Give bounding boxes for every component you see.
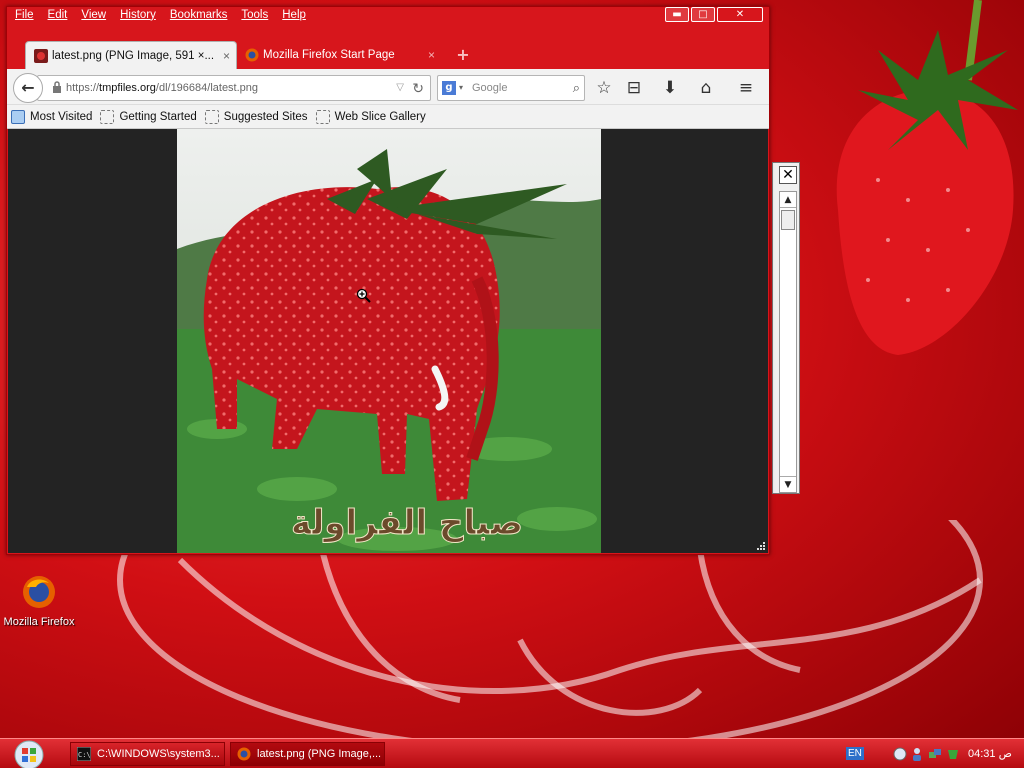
taskbar-firefox-window[interactable]: latest.png (PNG Image,... xyxy=(230,742,385,766)
bookmark-label: Most Visited xyxy=(30,110,93,123)
tray-user-icon[interactable] xyxy=(910,747,924,761)
tray-network-icon[interactable] xyxy=(928,747,942,761)
taskbar-cmd-window[interactable]: C:\ C:\WINDOWS\system3... xyxy=(70,742,225,766)
tray-help-icon[interactable] xyxy=(893,747,907,761)
url-dropdown-icon[interactable]: ▽ xyxy=(396,76,404,100)
strawberry-elephant-image[interactable]: صباح الفراولة xyxy=(177,129,601,553)
back-button[interactable]: ← xyxy=(13,73,43,103)
console-icon: C:\ xyxy=(77,747,91,761)
zoom-in-cursor-icon xyxy=(356,288,371,303)
home-icon[interactable]: ⌂ xyxy=(695,77,717,99)
new-tab-button[interactable]: + xyxy=(453,45,473,65)
scroll-down-arrow-icon[interactable]: ▼ xyxy=(780,476,796,492)
bookmark-most-visited[interactable]: Most Visited xyxy=(11,109,93,124)
tab-latest-png[interactable]: latest.png (PNG Image, 591 ×... × xyxy=(25,41,237,69)
background-window-close-button[interactable]: ✕ xyxy=(779,166,797,184)
menu-bookmarks[interactable]: Bookmarks xyxy=(170,7,228,25)
google-engine-icon[interactable]: g xyxy=(442,81,456,95)
image-viewer-content: صباح الفراولة xyxy=(8,129,768,553)
menu-view[interactable]: View xyxy=(81,7,106,25)
engine-dropdown-icon[interactable]: ▾ xyxy=(459,76,463,100)
menu-hamburger-icon[interactable]: ≡ xyxy=(735,77,757,99)
bookmark-suggested-sites[interactable]: Suggested Sites xyxy=(204,109,308,124)
tab-label: Mozilla Firefox Start Page xyxy=(263,49,395,61)
task-label: C:\WINDOWS\system3... xyxy=(97,748,220,760)
bookmarks-toolbar: Most Visited Getting Started Suggested S… xyxy=(7,105,769,129)
navigation-bar: https://tmpfiles.org/dl/196684/latest.pn… xyxy=(7,69,769,105)
menu-file[interactable]: File xyxy=(15,7,34,25)
desktop-wallpaper-strawberry xyxy=(836,0,1018,355)
url-bar[interactable]: https://tmpfiles.org/dl/196684/latest.pn… xyxy=(37,75,431,101)
most-visited-icon xyxy=(11,109,25,124)
firefox-favicon-icon xyxy=(245,48,259,62)
background-window-scrollbar[interactable]: ▲ ▼ xyxy=(779,191,797,493)
tab-close-icon[interactable]: × xyxy=(428,41,435,69)
tray-security-icon[interactable] xyxy=(946,747,960,761)
search-placeholder: Google xyxy=(472,82,508,94)
desktop-icon-label: Mozilla Firefox xyxy=(3,616,75,628)
image-favicon-icon xyxy=(34,49,48,63)
minimize-button[interactable]: ▬ xyxy=(665,7,689,22)
scroll-thumb[interactable] xyxy=(781,210,795,230)
resize-grip-icon[interactable] xyxy=(756,541,766,551)
lock-icon xyxy=(53,81,61,93)
url-host: tmpfiles.org xyxy=(99,82,156,94)
bookmark-getting-started[interactable]: Getting Started xyxy=(100,109,197,124)
tab-label: latest.png (PNG Image, 591 ×... xyxy=(52,50,215,62)
menu-help[interactable]: Help xyxy=(282,7,306,25)
firefox-icon xyxy=(237,747,251,761)
bookmark-star-icon[interactable]: ☆ xyxy=(593,77,615,99)
firefox-icon xyxy=(23,576,55,608)
search-input[interactable]: g ▾ Google ⌕ xyxy=(437,75,585,101)
desktop-firefox-shortcut[interactable]: Mozilla Firefox xyxy=(2,575,76,628)
menu-tools[interactable]: Tools xyxy=(241,7,268,25)
language-indicator[interactable]: EN xyxy=(846,747,864,760)
url-path: /dl/196684/latest.png xyxy=(155,82,259,94)
bookmark-web-slice-gallery[interactable]: Web Slice Gallery xyxy=(315,109,426,124)
bookmark-label: Getting Started xyxy=(119,110,197,123)
search-icon[interactable]: ⌕ xyxy=(573,76,580,100)
url-prefix: https:// xyxy=(66,82,100,94)
reading-list-icon[interactable]: ⊟ xyxy=(623,77,645,99)
downloads-icon[interactable]: ⬇ xyxy=(659,77,681,99)
taskbar-clock[interactable]: 04:31 ص xyxy=(968,747,1012,760)
firefox-window: File Edit View History Bookmarks Tools H… xyxy=(6,6,770,555)
scroll-up-arrow-icon[interactable]: ▲ xyxy=(780,192,796,208)
page-icon xyxy=(204,109,219,124)
reload-icon[interactable]: ↻ xyxy=(412,76,424,100)
tab-firefox-start-page[interactable]: Mozilla Firefox Start Page × xyxy=(237,41,441,69)
background-window: ✕ ▲ ▼ xyxy=(772,162,800,494)
page-icon xyxy=(100,109,115,124)
tab-bar: latest.png (PNG Image, 591 ×... × Mozill… xyxy=(7,37,769,69)
window-controls: ▬ □ ✕ xyxy=(665,7,763,22)
page-icon xyxy=(315,109,330,124)
image-caption: صباح الفراولة xyxy=(291,503,523,543)
task-label: latest.png (PNG Image,... xyxy=(257,748,382,760)
menu-history[interactable]: History xyxy=(120,7,156,25)
start-button-windows-icon[interactable] xyxy=(10,739,48,768)
taskbar: C:\ C:\WINDOWS\system3... latest.png (PN… xyxy=(0,738,1024,768)
bookmark-label: Suggested Sites xyxy=(223,110,308,123)
svg-text:C:\: C:\ xyxy=(78,751,91,759)
tab-close-icon[interactable]: × xyxy=(223,42,230,70)
close-button[interactable]: ✕ xyxy=(717,7,763,22)
maximize-button[interactable]: □ xyxy=(691,7,715,22)
menu-bar: File Edit View History Bookmarks Tools H… xyxy=(7,7,769,25)
menu-edit[interactable]: Edit xyxy=(48,7,68,25)
bookmark-label: Web Slice Gallery xyxy=(334,110,426,123)
